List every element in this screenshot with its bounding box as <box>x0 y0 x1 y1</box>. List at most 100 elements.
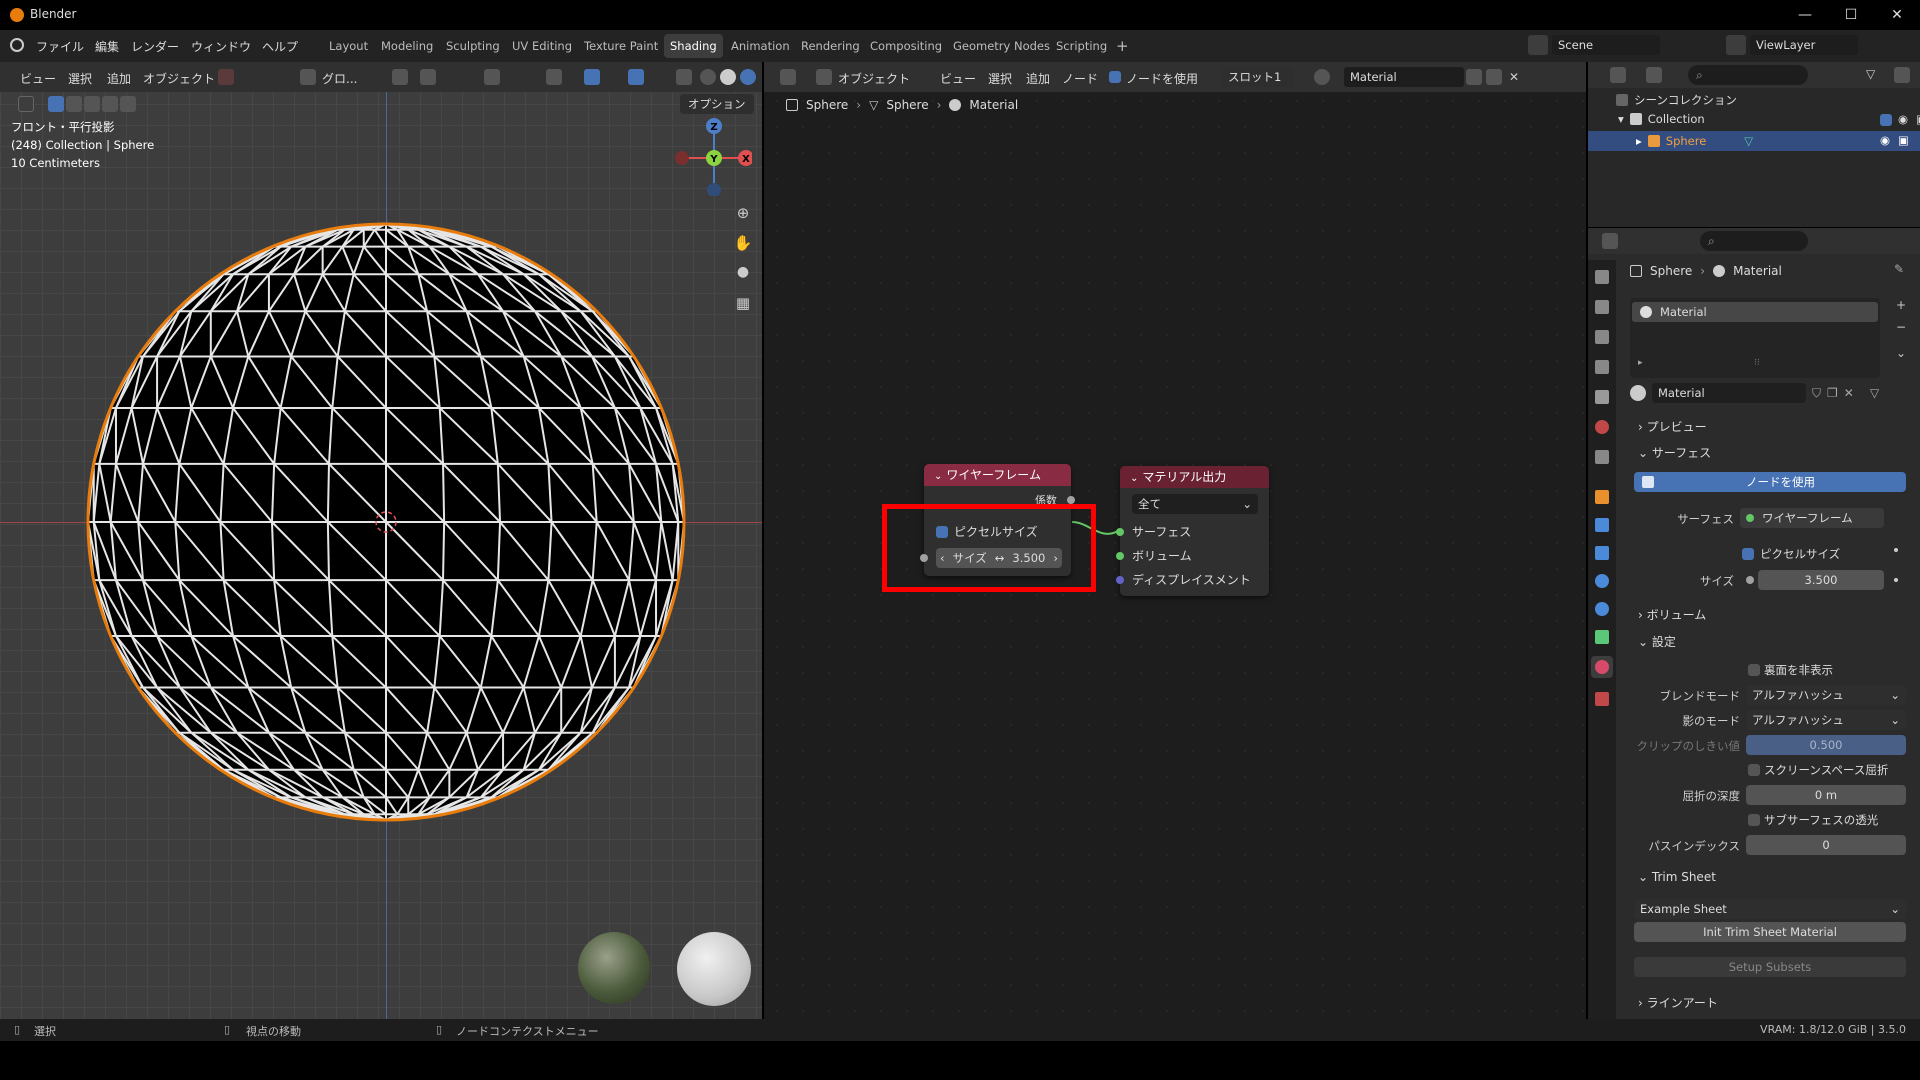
close-button[interactable]: ✕ <box>1874 0 1920 30</box>
duplicate-icon[interactable]: ❐ <box>1827 386 1838 400</box>
particles-tab-icon[interactable] <box>1595 546 1609 560</box>
menu-help[interactable]: ヘルプ <box>262 38 298 55</box>
zoom-icon[interactable]: ⊕ <box>732 204 754 226</box>
surface-input-socket[interactable] <box>1116 528 1124 536</box>
node-menu-view[interactable]: ビュー <box>940 70 976 87</box>
select-mode-invert-icon[interactable] <box>102 96 118 112</box>
material-browse-icon[interactable] <box>1314 69 1330 85</box>
keyframe-dot-icon[interactable] <box>1894 578 1898 582</box>
snap-icon[interactable] <box>420 69 436 85</box>
tab-sculpting[interactable]: Sculpting <box>440 34 506 58</box>
minimize-button[interactable]: — <box>1782 0 1828 30</box>
data-tab-icon[interactable] <box>1595 630 1609 644</box>
outliner[interactable]: ⌕ ▽ シーンコレクション ▾ Collection ◉ ▣ ▸ Sphere … <box>1588 62 1920 227</box>
blender-menu-icon[interactable] <box>10 38 24 52</box>
collection-exclude-checkbox[interactable] <box>1880 114 1892 126</box>
volume-input-socket[interactable] <box>1116 552 1124 560</box>
scene-icon[interactable] <box>1528 35 1548 55</box>
menu-file[interactable]: ファイル <box>36 38 84 55</box>
add-workspace-icon[interactable]: + <box>1110 34 1135 58</box>
setup-subsets-button[interactable]: Setup Subsets <box>1634 957 1906 977</box>
displacement-input-socket[interactable] <box>1116 576 1124 584</box>
select-mode-new-icon[interactable] <box>48 96 64 112</box>
sphere-row[interactable]: ▸ Sphere ▽ ◉ ▣ <box>1588 131 1920 151</box>
surface-shader-field[interactable]: ワイヤーフレーム <box>1740 508 1884 528</box>
tab-rendering[interactable]: Rendering <box>795 34 866 58</box>
object-tab-icon[interactable] <box>1595 490 1609 504</box>
material-browse-icon[interactable] <box>1630 385 1646 401</box>
scene-tab-icon[interactable] <box>1595 390 1609 404</box>
panel-settings[interactable]: ⌄ 設定 <box>1638 633 1676 650</box>
remove-slot-icon[interactable]: − <box>1892 320 1910 338</box>
outliner-editor-icon[interactable] <box>1610 67 1626 83</box>
pass-index-field[interactable]: 0 <box>1746 835 1906 855</box>
panel-preview[interactable]: › プレビュー <box>1638 418 1707 435</box>
material-name-field[interactable]: Material <box>1652 383 1806 403</box>
eye-icon[interactable]: ◉ <box>1898 112 1908 126</box>
world-tab-icon[interactable] <box>1595 420 1609 434</box>
shading-wireframe-icon[interactable] <box>700 69 716 85</box>
wireframe-node-header[interactable]: ⌄ ワイヤーフレーム <box>924 464 1071 486</box>
size-socket-icon[interactable] <box>1746 576 1754 584</box>
refraction-depth-field[interactable]: 0 m <box>1746 785 1906 805</box>
panel-volume[interactable]: › ボリューム <box>1638 606 1706 623</box>
pin-icon[interactable]: ✎ <box>1894 262 1904 276</box>
material-slot-item[interactable]: Material <box>1632 302 1878 322</box>
grid-ortho-icon[interactable]: ▦ <box>732 294 754 316</box>
proportional-icon[interactable] <box>484 69 500 85</box>
resize-handle-icon[interactable]: ⁝⁝ <box>1754 358 1760 368</box>
menu-window[interactable]: ウィンドウ <box>191 38 251 55</box>
viewport-menu-view[interactable]: ビュー <box>20 70 56 87</box>
screen-space-refraction-checkbox[interactable] <box>1748 764 1760 776</box>
tab-animation[interactable]: Animation <box>725 34 796 58</box>
output-tab-icon[interactable] <box>1595 330 1609 344</box>
collapse-icon[interactable]: ⌄ <box>934 471 942 482</box>
view-layer-tab-icon[interactable] <box>1595 360 1609 374</box>
shadow-mode-dropdown[interactable]: アルファハッシュ ⌄ <box>1746 710 1906 730</box>
props-pixel-size-checkbox[interactable] <box>1742 548 1754 560</box>
viewport-menu-add[interactable]: 追加 <box>107 70 131 87</box>
panel-lineart[interactable]: › ラインアート <box>1638 994 1718 1011</box>
tab-geometry-nodes[interactable]: Geometry Nodes <box>947 34 1056 58</box>
unlink-icon[interactable]: ✕ <box>1506 69 1522 85</box>
texture-tab-icon[interactable] <box>1595 692 1609 706</box>
material-slots-list[interactable]: Material ▸ ⁝⁝ <box>1630 298 1880 378</box>
collection-tab-icon[interactable] <box>1595 450 1609 464</box>
camera-icon[interactable]: ● <box>732 264 754 286</box>
slot-dropdown[interactable]: スロット1 <box>1222 67 1294 87</box>
blend-mode-dropdown[interactable]: アルファハッシュ ⌄ <box>1746 685 1906 705</box>
camera-render-icon[interactable]: ▣ <box>1916 112 1920 126</box>
view-layer-icon[interactable] <box>1726 35 1746 55</box>
object-mode-icon[interactable] <box>816 69 832 85</box>
material-name-field[interactable]: Material <box>1344 67 1464 87</box>
unlink-icon[interactable]: ✕ <box>1844 386 1854 400</box>
pin-icon[interactable] <box>1532 69 1548 85</box>
eye-icon[interactable]: ◉ <box>1880 133 1890 147</box>
snapping-icon[interactable] <box>218 69 234 85</box>
props-size-field[interactable]: 3.500 <box>1758 570 1884 590</box>
select-tool-icon[interactable] <box>18 96 34 112</box>
tab-modeling[interactable]: Modeling <box>375 34 439 58</box>
physics-tab-icon[interactable] <box>1595 574 1609 588</box>
menu-render[interactable]: レンダー <box>131 38 179 55</box>
viewport-menu-select[interactable]: 選択 <box>68 70 92 87</box>
tab-uv-editing[interactable]: UV Editing <box>506 34 578 58</box>
collection-row[interactable]: ▾ Collection ◉ ▣ <box>1618 112 1920 126</box>
target-dropdown[interactable]: 全て ⌄ <box>1132 494 1258 514</box>
tab-texture-paint[interactable]: Texture Paint <box>578 34 664 58</box>
tab-compositing[interactable]: Compositing <box>864 34 948 58</box>
expand-arrow-icon[interactable]: ▾ <box>1618 112 1624 126</box>
properties-editor-icon[interactable] <box>1602 233 1618 249</box>
material-output-header[interactable]: ⌄ マテリアル出力 <box>1120 466 1269 488</box>
backface-culling-checkbox[interactable] <box>1748 664 1760 676</box>
view-layer-field[interactable]: ViewLayer <box>1750 35 1858 55</box>
visibility-icon[interactable] <box>546 69 562 85</box>
collapse-icon[interactable]: ⌄ <box>1130 473 1138 484</box>
clip-threshold-field[interactable]: 0.500 <box>1746 735 1906 755</box>
wireframe-sphere[interactable] <box>86 222 686 822</box>
fac-output-socket[interactable] <box>1067 496 1075 504</box>
material-output-node[interactable]: ⌄ マテリアル出力 全て ⌄ サーフェス ボリューム ディスプレイスメント <box>1116 466 1269 596</box>
select-mode-extend-icon[interactable] <box>66 96 82 112</box>
duplicate-material-icon[interactable] <box>1486 69 1502 85</box>
tab-layout[interactable]: Layout <box>323 34 374 58</box>
